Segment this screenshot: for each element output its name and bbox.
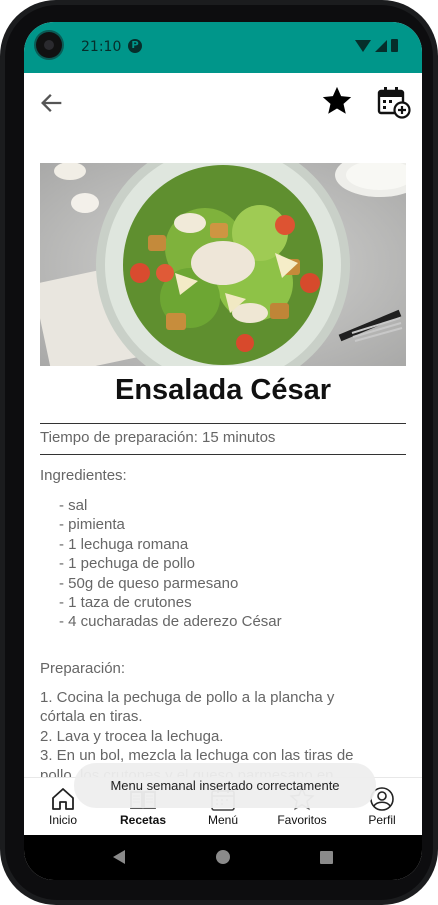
system-recents-icon[interactable] <box>320 851 333 864</box>
status-time: 21:10 <box>81 39 122 55</box>
front-camera <box>36 32 62 58</box>
system-navigation-bar <box>24 835 422 880</box>
phone: 21:10 P Ensalada César Tiempo de prepara… <box>0 0 438 905</box>
prep-time: Tiempo de preparación: 15 minutos <box>40 429 276 446</box>
top-app-bar <box>24 73 422 137</box>
system-back-icon[interactable] <box>113 850 125 864</box>
divider <box>40 423 406 424</box>
nav-label: Perfil <box>368 813 396 827</box>
ingredient-item: - 50g de queso parmesano <box>59 574 239 592</box>
calendar-add-icon[interactable] <box>377 85 411 119</box>
arrow-left-icon[interactable] <box>38 89 66 117</box>
ingredients-heading: Ingredientes: <box>40 467 127 484</box>
recipe-title: Ensalada César <box>114 374 331 406</box>
nav-label: Favoritos <box>277 813 327 827</box>
ingredient-item: - 1 pechuga de pollo <box>59 555 195 573</box>
step-item: 2. Lava y trocea la lechuga. <box>40 727 224 745</box>
status-icons <box>355 39 398 52</box>
ingredient-item: - 4 cucharadas de aderezo César <box>59 613 282 631</box>
recipe-photo <box>40 163 406 366</box>
preparation-heading: Preparación: <box>40 660 126 677</box>
divider <box>40 454 406 455</box>
star-icon[interactable] <box>320 84 354 118</box>
ingredient-item: - sal <box>59 497 88 514</box>
notification-app-icon: P <box>128 39 142 53</box>
wifi-icon <box>355 39 371 52</box>
ingredient-item: - pimienta <box>59 516 125 534</box>
nav-label: Menú <box>207 813 239 827</box>
system-home-icon[interactable] <box>216 850 230 864</box>
screen: 21:10 P Ensalada César Tiempo de prepara… <box>24 22 422 880</box>
home-icon <box>52 788 74 810</box>
nav-label: Inicio <box>48 813 77 827</box>
ingredients-list: - sal - pimienta - 1 lechuga romana - 1 … <box>59 496 282 632</box>
toast-message: Menu semanal insertado correctamente <box>74 763 376 808</box>
step-item: 1. Cocina la pechuga de pollo a la planc… <box>40 689 335 726</box>
status-bar: 21:10 P <box>24 22 422 73</box>
signal-icon <box>375 39 387 52</box>
ingredient-item: - 1 taza de crutones <box>59 593 192 611</box>
nav-label: Recetas <box>119 813 167 827</box>
ingredient-item: - 1 lechuga romana <box>59 535 189 553</box>
battery-icon <box>391 39 398 52</box>
